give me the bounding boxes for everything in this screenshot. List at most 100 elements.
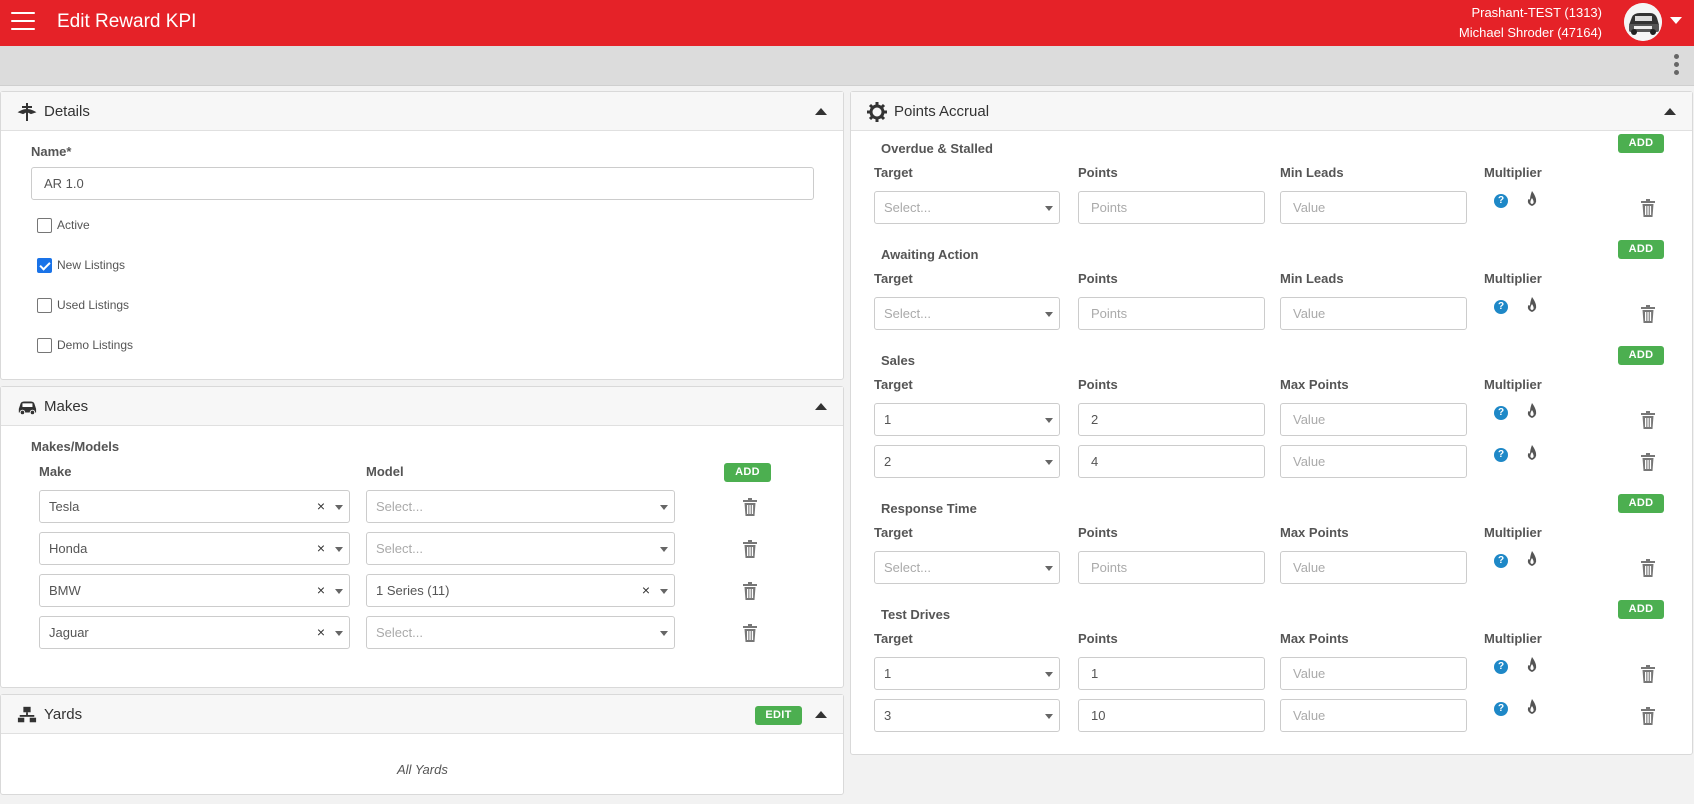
flame-icon[interactable] — [1526, 191, 1538, 207]
model-value: Select... — [376, 499, 423, 514]
value-input[interactable]: Value — [1280, 403, 1467, 436]
help-icon[interactable]: ? — [1494, 702, 1508, 716]
add-rule-button[interactable]: ADD — [1618, 346, 1664, 365]
dropdown-arrow-icon — [335, 589, 343, 594]
name-input[interactable]: AR 1.0 — [31, 167, 814, 200]
help-icon[interactable]: ? — [1494, 448, 1508, 462]
flame-icon[interactable] — [1526, 699, 1538, 715]
value-input[interactable]: Value — [1280, 191, 1467, 224]
checkbox-box[interactable] — [37, 258, 52, 273]
checkbox-box[interactable] — [37, 218, 52, 233]
value-input[interactable]: Value — [1280, 445, 1467, 478]
help-icon[interactable]: ? — [1494, 300, 1508, 314]
multiplier-column-header: Multiplier — [1484, 165, 1542, 180]
clear-icon[interactable]: × — [317, 498, 325, 514]
points-input[interactable]: 4 — [1078, 445, 1265, 478]
third-column-header: Max Points — [1280, 377, 1349, 392]
points-column-header: Points — [1078, 631, 1118, 646]
model-select[interactable]: Select... — [366, 532, 675, 565]
flame-icon[interactable] — [1526, 297, 1538, 313]
target-select[interactable]: 1 — [874, 403, 1060, 436]
section-title: Response Time — [881, 501, 977, 516]
dropdown-arrow-icon — [1045, 672, 1053, 677]
clear-icon[interactable]: × — [317, 540, 325, 556]
help-icon[interactable]: ? — [1494, 406, 1508, 420]
make-select[interactable]: BMW × — [39, 574, 350, 607]
yards-panel: Yards EDIT All Yards — [0, 694, 844, 795]
points-input[interactable]: 10 — [1078, 699, 1265, 732]
checkbox-box[interactable] — [37, 338, 52, 353]
value-input[interactable]: Value — [1280, 297, 1467, 330]
value-input[interactable]: Value — [1280, 551, 1467, 584]
delete-rule-trash-icon[interactable] — [1641, 411, 1655, 429]
collapse-icon[interactable] — [815, 403, 827, 410]
target-select[interactable]: 2 — [874, 445, 1060, 478]
flame-icon[interactable] — [1526, 445, 1538, 461]
dropdown-arrow-icon — [335, 505, 343, 510]
target-select[interactable]: Select... — [874, 551, 1060, 584]
flame-icon[interactable] — [1526, 657, 1538, 673]
target-select[interactable]: 3 — [874, 699, 1060, 732]
model-select[interactable]: Select... — [366, 616, 675, 649]
points-column-header: Points — [1078, 271, 1118, 286]
delete-make-trash-icon[interactable] — [743, 498, 757, 516]
help-icon[interactable]: ? — [1494, 660, 1508, 674]
collapse-icon[interactable] — [1664, 108, 1676, 115]
flame-icon[interactable] — [1526, 551, 1538, 567]
add-rule-button[interactable]: ADD — [1618, 600, 1664, 619]
delete-rule-trash-icon[interactable] — [1641, 665, 1655, 683]
dropdown-arrow-icon — [660, 631, 668, 636]
menu-icon[interactable] — [11, 12, 35, 32]
model-select[interactable]: 1 Series (11) × — [366, 574, 675, 607]
target-select[interactable]: Select... — [874, 191, 1060, 224]
clear-icon[interactable]: × — [317, 582, 325, 598]
help-icon[interactable]: ? — [1494, 194, 1508, 208]
delete-make-trash-icon[interactable] — [743, 624, 757, 642]
make-value: Honda — [49, 541, 88, 556]
points-input[interactable]: 1 — [1078, 657, 1265, 690]
target-select[interactable]: 1 — [874, 657, 1060, 690]
add-rule-button[interactable]: ADD — [1618, 134, 1664, 153]
delete-make-trash-icon[interactable] — [743, 540, 757, 558]
points-column-header: Points — [1078, 377, 1118, 392]
more-options-icon[interactable] — [1674, 54, 1680, 78]
model-select[interactable]: Select... — [366, 490, 675, 523]
checkbox-box[interactable] — [37, 298, 52, 313]
delete-rule-trash-icon[interactable] — [1641, 305, 1655, 323]
makes-panel-header[interactable]: Makes — [1, 387, 843, 426]
help-icon[interactable]: ? — [1494, 554, 1508, 568]
add-make-button[interactable]: ADD — [724, 463, 771, 482]
avatar[interactable] — [1624, 3, 1662, 41]
edit-yards-button[interactable]: EDIT — [755, 706, 802, 725]
delete-make-trash-icon[interactable] — [743, 582, 757, 600]
make-select[interactable]: Tesla × — [39, 490, 350, 523]
value-input[interactable]: Value — [1280, 657, 1467, 690]
target-value: 2 — [884, 454, 892, 469]
flame-icon[interactable] — [1526, 403, 1538, 419]
points-input[interactable]: Points — [1078, 191, 1265, 224]
gear-icon — [867, 102, 887, 122]
details-panel-header[interactable]: Details — [1, 92, 843, 131]
target-select[interactable]: Select... — [874, 297, 1060, 330]
points-input[interactable]: 2 — [1078, 403, 1265, 436]
add-rule-button[interactable]: ADD — [1618, 494, 1664, 513]
yards-panel-header[interactable]: Yards EDIT — [1, 695, 843, 734]
collapse-icon[interactable] — [815, 108, 827, 115]
delete-rule-trash-icon[interactable] — [1641, 453, 1655, 471]
user-menu-caret-icon[interactable] — [1670, 17, 1682, 24]
value-input[interactable]: Value — [1280, 699, 1467, 732]
collapse-icon[interactable] — [815, 711, 827, 718]
delete-rule-trash-icon[interactable] — [1641, 707, 1655, 725]
delete-rule-trash-icon[interactable] — [1641, 199, 1655, 217]
multiplier-column-header: Multiplier — [1484, 271, 1542, 286]
user-info[interactable]: Prashant-TEST (1313) Michael Shroder (47… — [1459, 3, 1602, 43]
delete-rule-trash-icon[interactable] — [1641, 559, 1655, 577]
points-input[interactable]: Points — [1078, 297, 1265, 330]
clear-icon[interactable]: × — [642, 582, 650, 598]
clear-icon[interactable]: × — [317, 624, 325, 640]
make-select[interactable]: Jaguar × — [39, 616, 350, 649]
points-input[interactable]: Points — [1078, 551, 1265, 584]
points-panel-header[interactable]: Points Accrual — [851, 92, 1692, 131]
add-rule-button[interactable]: ADD — [1618, 240, 1664, 259]
make-select[interactable]: Honda × — [39, 532, 350, 565]
